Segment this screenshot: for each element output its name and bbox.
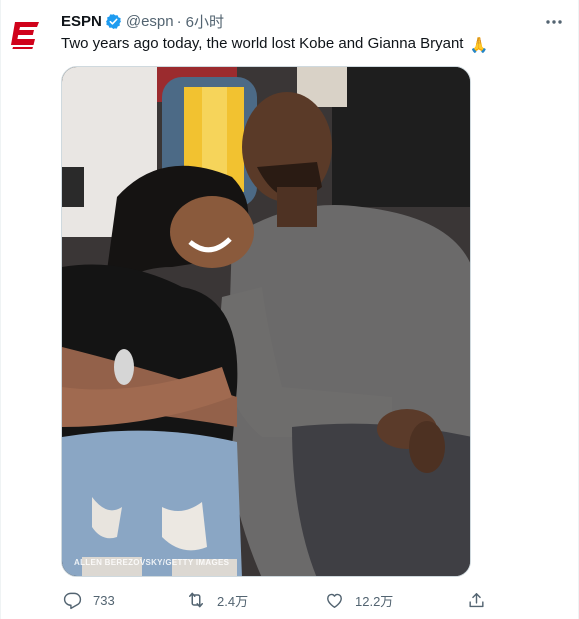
reply-button[interactable]: 733 <box>61 589 115 611</box>
tweet-photo[interactable]: ALLEN BEREZOVSKY/GETTY IMAGES <box>61 66 471 577</box>
like-button[interactable]: 12.2万 <box>323 589 393 611</box>
retweet-icon <box>185 589 207 611</box>
header-separator: · <box>176 12 182 30</box>
author-display-name[interactable]: ESPN <box>61 13 102 30</box>
tweet-timestamp[interactable]: 6小时 <box>186 11 224 32</box>
verified-badge-icon <box>105 13 122 30</box>
like-count: 12.2万 <box>355 593 394 609</box>
author-handle[interactable]: @espn <box>126 13 174 30</box>
praying-hands-emoji-icon: 🙏 <box>469 37 489 54</box>
retweet-count: 2.4万 <box>217 593 249 609</box>
photo-credit: ALLEN BEREZOVSKY/GETTY IMAGES <box>74 558 230 567</box>
retweet-button[interactable]: 2.4万 <box>185 589 248 611</box>
more-options-icon[interactable] <box>544 12 564 32</box>
tweet-text-body: Two years ago today, the world lost Kobe… <box>61 35 464 52</box>
tweet-actions-bar: 733 2.4万 12.2万 <box>61 589 491 611</box>
reply-icon <box>61 589 83 611</box>
photo-illustration <box>62 67 470 576</box>
share-icon <box>465 589 487 611</box>
tweet-card[interactable]: ESPN @espn · 6小时 Two years ago today, th… <box>0 0 579 619</box>
share-button[interactable] <box>465 589 487 611</box>
tweet-header: ESPN @espn · 6小时 <box>61 11 224 31</box>
espn-logo-icon[interactable] <box>9 18 43 52</box>
reply-count: 733 <box>93 592 115 608</box>
heart-icon <box>323 589 345 611</box>
tweet-text: Two years ago today, the world lost Kobe… <box>61 34 488 56</box>
